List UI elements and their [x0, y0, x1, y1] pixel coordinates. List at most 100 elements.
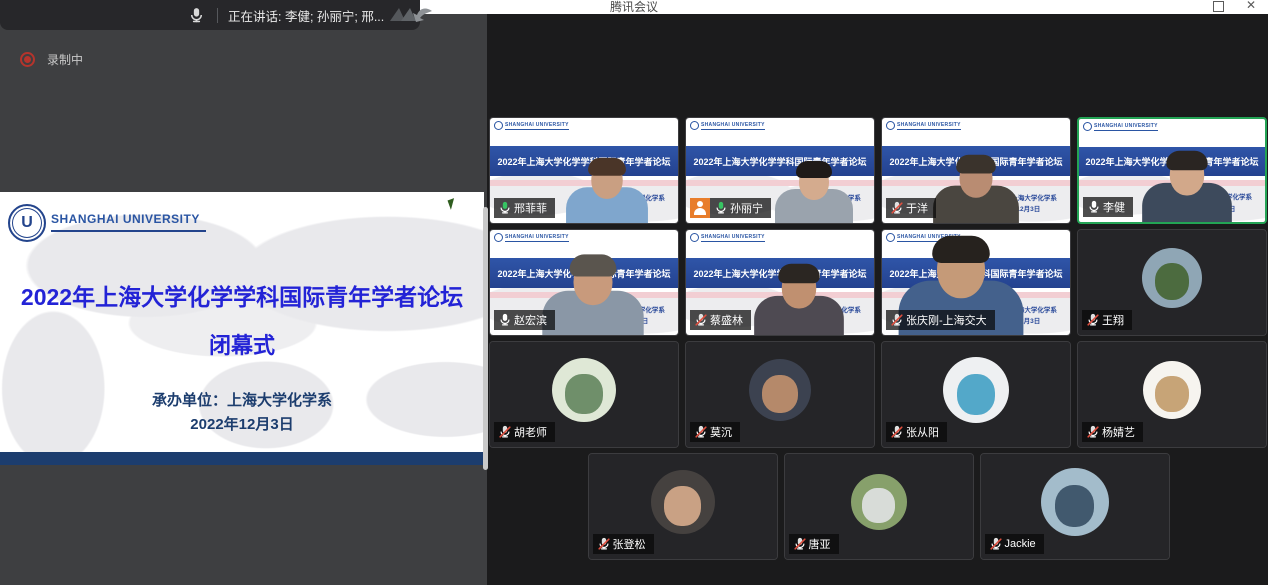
participant-name-label: 杨婧艺	[1082, 422, 1143, 442]
participant-name: 张庆刚-上海交大	[906, 312, 995, 328]
microphone-icon[interactable]	[188, 7, 205, 24]
shared-screen-panel: U SHANGHAI UNIVERSITY 2022年上海大学化学学科国际青年学…	[0, 14, 487, 585]
participant-name: 张登松	[613, 536, 654, 552]
participant-tile[interactable]: SHANGHAI UNIVERSITY 2022年上海大学化学学科国际青年学者论…	[489, 229, 679, 336]
participant-tile[interactable]: 杨婧艺	[1077, 341, 1267, 448]
slide-footer-bar	[0, 452, 484, 465]
mini-university-seal-icon	[494, 121, 503, 130]
watermark-icons	[386, 4, 438, 26]
participant-tile[interactable]: 胡老师	[489, 341, 679, 448]
participant-avatar	[943, 357, 1009, 423]
mini-slide-logo: SHANGHAI UNIVERSITY	[690, 233, 765, 242]
mic-status-icon	[890, 313, 904, 327]
participant-name: 莫沉	[710, 424, 740, 440]
maximize-icon[interactable]	[1213, 1, 1224, 12]
participant-tile[interactable]: Jackie	[980, 453, 1170, 560]
participant-avatar	[1142, 248, 1202, 308]
participant-name-label: 孙丽宁	[690, 198, 771, 218]
mic-status-icon	[1086, 313, 1100, 327]
mic-status-icon	[694, 425, 708, 439]
meeting-main-area: U SHANGHAI UNIVERSITY 2022年上海大学化学学科国际青年学…	[0, 14, 1268, 585]
mini-university-seal-icon	[690, 121, 699, 130]
tencent-meeting-window: 腾讯会议 ✕ U SHANGHAI UNIVERSITY 2022年上海大学化学…	[0, 0, 1268, 585]
participant-name: 王翔	[1102, 312, 1132, 328]
recording-dot-icon	[20, 52, 35, 67]
video-grid-row: SHANGHAI UNIVERSITY 2022年上海大学化学学科国际青年学者论…	[489, 117, 1268, 224]
speaking-now-label: 正在讲话: 李健; 孙丽宁; 邢...	[228, 6, 384, 25]
participant-silhouette	[775, 164, 853, 223]
participant-silhouette	[754, 267, 844, 335]
participant-tile[interactable]: SHANGHAI UNIVERSITY 2022年上海大学化学学科国际青年学者论…	[1077, 117, 1267, 224]
slide-date: 2022年12月3日	[0, 413, 484, 434]
mini-university-seal-icon	[886, 121, 895, 130]
participant-avatar	[851, 474, 907, 530]
mini-slide-logo: SHANGHAI UNIVERSITY	[690, 121, 765, 130]
video-grid-row: 张登松 唐亚	[489, 453, 1268, 560]
mini-slide-logo: SHANGHAI UNIVERSITY	[886, 121, 961, 130]
separator	[217, 8, 218, 23]
participant-name-label: 张从阳	[886, 422, 947, 442]
participant-name: 于洋	[906, 200, 936, 216]
participant-avatar	[552, 358, 616, 422]
participant-tile[interactable]: SHANGHAI UNIVERSITY 2022年上海大学化学学科国际青年学者论…	[489, 117, 679, 224]
mic-status-icon	[1086, 425, 1100, 439]
university-logo-row: U SHANGHAI UNIVERSITY	[8, 204, 206, 242]
mic-status-icon	[989, 537, 1003, 551]
participant-tile[interactable]: SHANGHAI UNIVERSITY 2022年上海大学化学学科国际青年学者论…	[685, 117, 875, 224]
mini-university-seal-icon	[494, 233, 503, 242]
mic-status-icon	[890, 425, 904, 439]
participant-name-label: 胡老师	[494, 422, 555, 442]
participant-name-label: 张庆刚-上海交大	[886, 310, 995, 330]
close-icon[interactable]: ✕	[1246, 0, 1256, 12]
participant-avatar	[1041, 468, 1109, 536]
mini-slide-logo: SHANGHAI UNIVERSITY	[1083, 122, 1158, 131]
participant-name: 孙丽宁	[730, 200, 771, 216]
mini-university-seal-icon	[886, 233, 895, 242]
participant-name-label: 赵宏滨	[494, 310, 555, 330]
mic-status-icon	[694, 313, 708, 327]
participant-name: 杨婧艺	[1102, 424, 1143, 440]
participant-silhouette	[543, 258, 644, 335]
speaking-indicator-bar: 正在讲话: 李健; 孙丽宁; 邢...	[0, 0, 420, 30]
participant-name: 唐亚	[809, 536, 839, 552]
participant-silhouette	[933, 158, 1019, 223]
slide-subtitle: 闭幕式	[0, 328, 484, 360]
slide-organizer: 承办单位：上海大学化学系	[0, 389, 484, 410]
participant-avatar	[749, 359, 811, 421]
shanghai-university-seal-icon: U	[8, 204, 46, 242]
participant-name: 胡老师	[514, 424, 555, 440]
participant-name: 蔡盛林	[710, 312, 751, 328]
participant-name-label: 蔡盛林	[690, 310, 751, 330]
participant-tile[interactable]: 张从阳	[881, 341, 1071, 448]
participant-silhouette	[566, 161, 648, 223]
recording-indicator: 录制中	[20, 51, 83, 68]
mic-status-icon	[890, 201, 904, 215]
participant-avatar	[1143, 361, 1201, 419]
window-controls: ✕	[1213, 0, 1256, 12]
participant-name-label: 王翔	[1082, 310, 1132, 330]
mini-university-seal-icon	[690, 233, 699, 242]
mic-status-icon	[498, 425, 512, 439]
participant-tile[interactable]: 莫沉	[685, 341, 875, 448]
participant-tile[interactable]: 张登松	[588, 453, 778, 560]
participant-tile[interactable]: SHANGHAI UNIVERSITY 2022年上海大学化学学科国际青年学者论…	[881, 117, 1071, 224]
participant-name-label: 于洋	[886, 198, 936, 218]
panel-divider-handle[interactable]	[483, 207, 488, 470]
participant-name-label: 莫沉	[690, 422, 740, 442]
presentation-slide: U SHANGHAI UNIVERSITY 2022年上海大学化学学科国际青年学…	[0, 192, 484, 465]
mic-status-icon	[714, 201, 728, 215]
mini-slide-logo: SHANGHAI UNIVERSITY	[494, 121, 569, 130]
participant-name-label: 邢菲菲	[494, 198, 555, 218]
participant-tile[interactable]: 王翔	[1077, 229, 1267, 336]
mic-status-icon	[793, 537, 807, 551]
video-grid-row: 胡老师 莫沉	[489, 341, 1268, 448]
participant-tile[interactable]: SHANGHAI UNIVERSITY 2022年上海大学化学学科国际青年学者论…	[685, 229, 875, 336]
participant-tile[interactable]: 唐亚	[784, 453, 974, 560]
participant-name-label: 唐亚	[789, 534, 839, 554]
slide-title: 2022年上海大学化学学科国际青年学者论坛	[0, 278, 484, 312]
mic-status-icon	[1087, 200, 1101, 214]
mic-status-icon	[597, 537, 611, 551]
participant-tile[interactable]: SHANGHAI UNIVERSITY 2022年上海大学化学学科国际青年学者论…	[881, 229, 1071, 336]
participant-name: 张从阳	[906, 424, 947, 440]
participant-avatar	[651, 470, 715, 534]
